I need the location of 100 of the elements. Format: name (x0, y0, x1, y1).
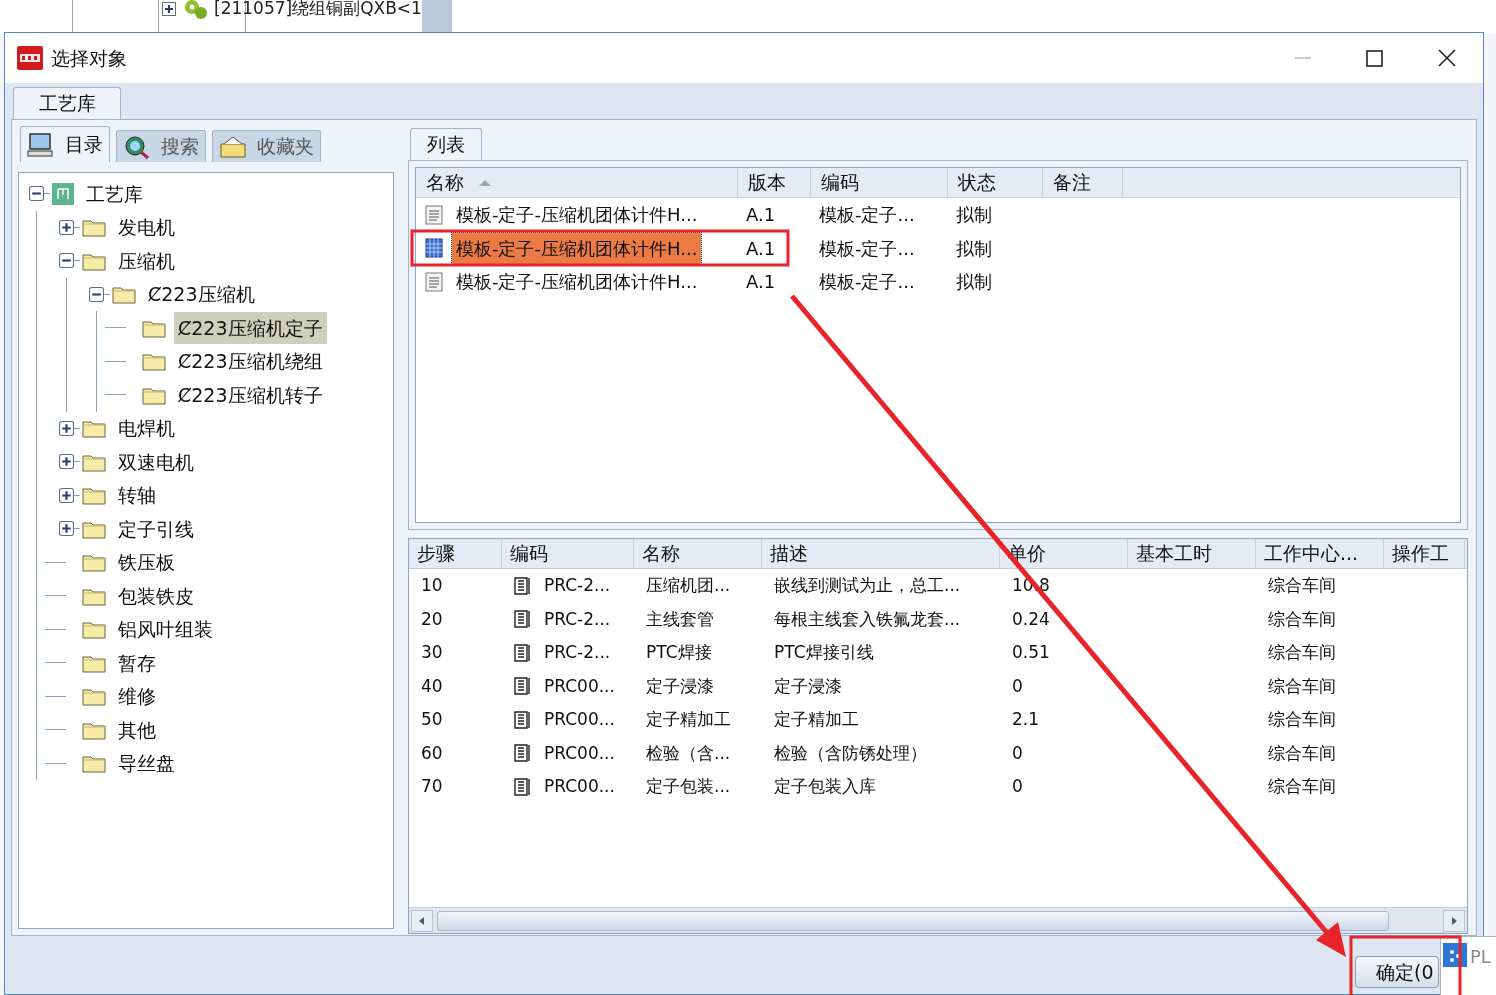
tree-item[interactable]: 铝风叶组装 (114, 613, 217, 646)
tree-item[interactable]: 暂存 (114, 646, 160, 679)
tree-item[interactable]: Ȼ223压缩机 (144, 278, 259, 311)
table-cell-text: 0 (1012, 775, 1023, 798)
table-cell-text: 每根主线套入铁氟龙套... (774, 607, 961, 631)
tree-item[interactable]: 电焊机 (114, 412, 179, 445)
tree-item[interactable]: 转轴 (114, 479, 160, 512)
folder-icon (82, 418, 106, 439)
expand-icon[interactable] (59, 219, 74, 235)
folder-icon (82, 217, 106, 238)
table-cell-text: 70 (421, 775, 443, 798)
document-icon (424, 204, 444, 225)
tree-item[interactable]: 发电机 (114, 211, 179, 244)
folder-icon (112, 284, 136, 305)
horizontal-scrollbar[interactable] (409, 907, 1467, 933)
table-cell-text: 检验（含防锈处理） (774, 741, 927, 765)
column-header[interactable]: 操作工 (1384, 539, 1465, 568)
table-cell-text: 2.1 (1012, 708, 1040, 731)
tree-item[interactable]: 铁压板 (114, 546, 179, 579)
table-cell-text: 30 (421, 641, 443, 664)
table-cell-text: 主线套管 (646, 607, 714, 631)
scrollbar-thumb[interactable] (437, 910, 1389, 931)
tree-item[interactable]: 其他 (114, 713, 160, 746)
scrollbar[interactable] (422, 0, 452, 34)
list-item[interactable]: 模板-定子-压缩机团体计件H... (452, 266, 702, 298)
table-cell-text: 定子精加工 (774, 708, 859, 731)
folder-icon (82, 485, 106, 506)
collapse-icon[interactable] (29, 186, 44, 202)
list-item[interactable]: 模板-定子-压缩机团体计件H... (452, 232, 702, 264)
window-title: 选择对象 (51, 45, 127, 71)
table-cell-text: 定子浸漆 (646, 674, 714, 698)
search-icon (123, 133, 151, 160)
table-cell-text: 0 (1012, 674, 1023, 698)
table-cell-text: 40 (421, 674, 443, 698)
table-cell-text: PRC00... (544, 708, 615, 731)
table-cell-text: 0.51 (1012, 641, 1050, 664)
table-cell-text: PRC00... (544, 674, 615, 698)
expand-icon[interactable] (59, 487, 74, 503)
tree-item[interactable]: 包装铁皮 (114, 579, 198, 612)
column-header[interactable]: 描述 (762, 539, 1000, 568)
column-header[interactable]: 状态 (948, 168, 1043, 197)
column-header[interactable]: 编码 (502, 539, 634, 568)
scroll-left-icon[interactable] (411, 909, 433, 932)
table-cell-text: 模板-定子... (819, 203, 915, 228)
tree-item[interactable]: Ȼ223压缩机转子 (174, 378, 327, 411)
tree-item[interactable]: 压缩机 (114, 244, 179, 277)
table-cell-text: 0.24 (1012, 607, 1050, 631)
table-cell-text: 拟制 (956, 236, 992, 261)
tab[interactable]: 列表 (410, 128, 482, 160)
table-cell-text: PRC-2... (544, 641, 611, 664)
computer-icon (27, 131, 55, 158)
tree-item[interactable]: 导丝盘 (114, 747, 179, 780)
table-cell-text: 综合车间 (1268, 641, 1336, 664)
tab[interactable]: 目录 (20, 126, 110, 162)
column-header[interactable]: 名称 (416, 168, 738, 197)
sort-ascending-icon (478, 178, 492, 187)
column-header[interactable]: 编码 (811, 168, 948, 197)
tree-item[interactable]: 定子引线 (114, 512, 198, 545)
table-cell-text: 嵌线到测试为止，总工... (774, 574, 961, 597)
column-header[interactable]: 步骤 (409, 539, 502, 568)
column-header[interactable]: 名称 (634, 539, 762, 568)
expand-icon[interactable] (59, 521, 74, 537)
table-cell-text: PRC00... (544, 775, 615, 798)
confirm-button[interactable]: 确定(0 (1355, 956, 1439, 988)
tab[interactable]: 工艺库 (13, 87, 121, 119)
expand-icon[interactable] (59, 420, 74, 436)
collapse-icon[interactable] (89, 286, 104, 302)
table-cell-text: 拟制 (956, 270, 992, 295)
table-cell-text: 50 (421, 708, 443, 731)
tree-item[interactable]: Ȼ223压缩机绕组 (174, 345, 327, 378)
table-cell-text: 压缩机团... (646, 574, 731, 597)
tree-item[interactable]: 工艺库 (82, 177, 147, 210)
table-cell-text: 综合车间 (1268, 741, 1336, 765)
folder-icon (82, 619, 106, 640)
table-cell-text: 20 (421, 607, 443, 631)
table-cell-text: A.1 (746, 236, 776, 261)
list-item[interactable]: 模板-定子-压缩机团体计件H... (452, 199, 702, 231)
tree-item[interactable]: [211057]绕组铜副QXB<1 (214, 0, 422, 22)
tab[interactable]: 搜索 (116, 130, 206, 162)
tab[interactable]: 收藏夹 (212, 130, 321, 162)
tree-item[interactable]: 双速电机 (114, 445, 198, 478)
expand-icon[interactable] (59, 454, 74, 470)
column-header[interactable]: 版本 (738, 168, 811, 197)
table-cell-text: A.1 (746, 270, 776, 295)
expand-icon[interactable] (162, 2, 176, 16)
table-cell-text: 定子精加工 (646, 708, 731, 731)
table-cell-text: PTC焊接 (646, 641, 712, 664)
column-header[interactable]: 基本工时 (1128, 539, 1256, 568)
document-icon (424, 271, 444, 292)
folder-icon (82, 753, 106, 774)
table-cell-text: 模板-定子... (819, 236, 915, 261)
column-header[interactable]: 备注 (1043, 168, 1123, 197)
table-cell-text: PTC焊接引线 (774, 641, 874, 664)
tree-item[interactable]: Ȼ223压缩机定子 (174, 311, 327, 344)
table-cell-text: 综合车间 (1268, 607, 1336, 631)
spreadsheet-icon (424, 238, 444, 259)
column-header[interactable]: 工作中心... (1256, 539, 1384, 568)
tree-item[interactable]: 维修 (114, 680, 160, 713)
scroll-right-icon[interactable] (1443, 909, 1465, 932)
collapse-icon[interactable] (59, 253, 74, 269)
